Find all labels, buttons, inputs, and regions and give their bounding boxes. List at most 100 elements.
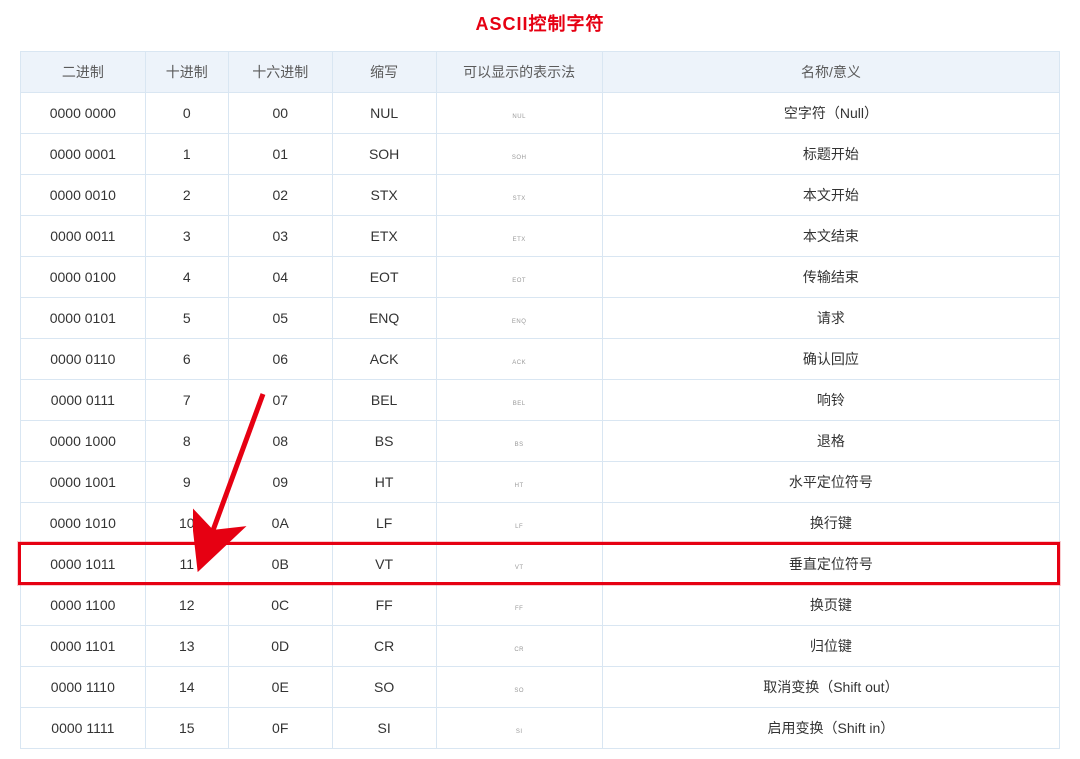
table-row: 0000 0001101SOHSOH标题开始 (21, 134, 1060, 175)
display-glyph: VT (515, 565, 524, 571)
cell-binary: 0000 0000 (21, 93, 146, 134)
display-glyph: SI (516, 729, 523, 735)
cell-decimal: 1 (145, 134, 228, 175)
col-hex: 十六进制 (228, 52, 332, 93)
display-glyph: EOT (512, 278, 526, 284)
cell-decimal: 5 (145, 298, 228, 339)
display-glyph: LF (515, 524, 523, 530)
cell-hex: 03 (228, 216, 332, 257)
cell-meaning: 确认回应 (602, 339, 1059, 380)
cell-meaning: 退格 (602, 421, 1059, 462)
cell-display: CR (436, 626, 602, 667)
table-row: 0000 1011110BVTVT垂直定位符号 (21, 544, 1060, 585)
cell-meaning: 水平定位符号 (602, 462, 1059, 503)
table-row: 0000 1001909HTHT水平定位符号 (21, 462, 1060, 503)
cell-binary: 0000 0010 (21, 175, 146, 216)
col-decimal: 十进制 (145, 52, 228, 93)
cell-abbr: CR (332, 626, 436, 667)
cell-abbr: BEL (332, 380, 436, 421)
cell-binary: 0000 1111 (21, 708, 146, 749)
col-display: 可以显示的表示法 (436, 52, 602, 93)
cell-decimal: 12 (145, 585, 228, 626)
ascii-table: 二进制 十进制 十六进制 缩写 可以显示的表示法 名称/意义 0000 0000… (20, 51, 1060, 749)
table-row: 0000 1101130DCRCR归位键 (21, 626, 1060, 667)
cell-meaning: 传输结束 (602, 257, 1059, 298)
display-glyph: FF (515, 606, 523, 612)
cell-meaning: 启用变换（Shift in） (602, 708, 1059, 749)
display-glyph: NUL (512, 114, 526, 120)
display-glyph: CR (514, 647, 524, 653)
cell-binary: 0000 0101 (21, 298, 146, 339)
cell-abbr: LF (332, 503, 436, 544)
cell-decimal: 13 (145, 626, 228, 667)
cell-abbr: FF (332, 585, 436, 626)
display-glyph: BS (515, 442, 524, 448)
cell-meaning: 归位键 (602, 626, 1059, 667)
display-glyph: ETX (513, 237, 526, 243)
col-meaning: 名称/意义 (602, 52, 1059, 93)
table-row: 0000 0010202STXSTX本文开始 (21, 175, 1060, 216)
cell-display: HT (436, 462, 602, 503)
cell-hex: 0E (228, 667, 332, 708)
cell-abbr: VT (332, 544, 436, 585)
cell-display: LF (436, 503, 602, 544)
cell-abbr: NUL (332, 93, 436, 134)
cell-decimal: 8 (145, 421, 228, 462)
cell-display: BS (436, 421, 602, 462)
table-row: 0000 0111707BELBEL响铃 (21, 380, 1060, 421)
display-glyph: BEL (513, 401, 526, 407)
cell-binary: 0000 1110 (21, 667, 146, 708)
cell-display: SI (436, 708, 602, 749)
cell-decimal: 3 (145, 216, 228, 257)
cell-hex: 00 (228, 93, 332, 134)
cell-display: ACK (436, 339, 602, 380)
display-glyph: HT (515, 483, 524, 489)
cell-hex: 05 (228, 298, 332, 339)
cell-hex: 04 (228, 257, 332, 298)
table-row: 0000 1100120CFFFF换页键 (21, 585, 1060, 626)
table-row: 0000 0101505ENQENQ请求 (21, 298, 1060, 339)
col-abbr: 缩写 (332, 52, 436, 93)
cell-hex: 0B (228, 544, 332, 585)
cell-binary: 0000 0011 (21, 216, 146, 257)
cell-binary: 0000 1101 (21, 626, 146, 667)
table-row: 0000 0100404EOTEOT传输结束 (21, 257, 1060, 298)
cell-binary: 0000 0110 (21, 339, 146, 380)
cell-hex: 02 (228, 175, 332, 216)
table-header-row: 二进制 十进制 十六进制 缩写 可以显示的表示法 名称/意义 (21, 52, 1060, 93)
cell-decimal: 4 (145, 257, 228, 298)
cell-hex: 07 (228, 380, 332, 421)
cell-abbr: ENQ (332, 298, 436, 339)
cell-meaning: 换行键 (602, 503, 1059, 544)
table-row: 0000 0000000NULNUL空字符（Null） (21, 93, 1060, 134)
display-glyph: ACK (512, 360, 526, 366)
cell-meaning: 请求 (602, 298, 1059, 339)
cell-display: ENQ (436, 298, 602, 339)
cell-binary: 0000 0001 (21, 134, 146, 175)
cell-decimal: 6 (145, 339, 228, 380)
cell-hex: 0A (228, 503, 332, 544)
cell-binary: 0000 1010 (21, 503, 146, 544)
cell-meaning: 换页键 (602, 585, 1059, 626)
cell-abbr: HT (332, 462, 436, 503)
cell-display: VT (436, 544, 602, 585)
cell-binary: 0000 1000 (21, 421, 146, 462)
cell-meaning: 垂直定位符号 (602, 544, 1059, 585)
cell-binary: 0000 0111 (21, 380, 146, 421)
cell-display: SO (436, 667, 602, 708)
cell-meaning: 响铃 (602, 380, 1059, 421)
cell-hex: 0D (228, 626, 332, 667)
table-row: 0000 1111150FSISI启用变换（Shift in） (21, 708, 1060, 749)
cell-decimal: 10 (145, 503, 228, 544)
cell-display: SOH (436, 134, 602, 175)
cell-decimal: 15 (145, 708, 228, 749)
cell-binary: 0000 1100 (21, 585, 146, 626)
cell-hex: 0C (228, 585, 332, 626)
cell-binary: 0000 1001 (21, 462, 146, 503)
page-title: ASCII控制字符 (20, 10, 1060, 36)
cell-abbr: SOH (332, 134, 436, 175)
cell-hex: 08 (228, 421, 332, 462)
cell-decimal: 7 (145, 380, 228, 421)
cell-decimal: 14 (145, 667, 228, 708)
cell-meaning: 本文结束 (602, 216, 1059, 257)
